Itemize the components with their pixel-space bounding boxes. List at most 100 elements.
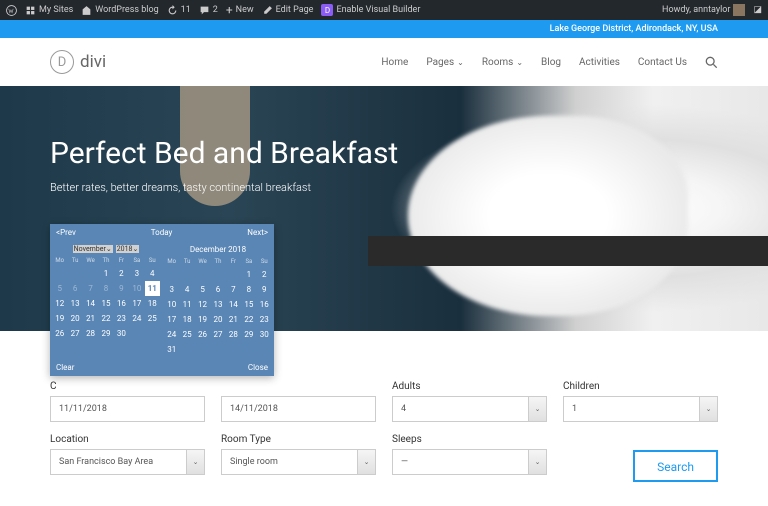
cal-day[interactable]: 4 [145,266,160,281]
my-sites[interactable]: My Sites [25,5,73,16]
cal-day[interactable]: 8 [241,282,256,297]
cal-day[interactable]: 17 [129,296,144,311]
nav-home[interactable]: Home [381,57,408,68]
cal-day[interactable]: 20 [210,312,225,327]
cal-day[interactable]: 15 [98,296,113,311]
cal-day[interactable]: 8 [98,281,113,296]
cal-day[interactable]: 21 [83,311,98,326]
cal-day[interactable]: 1 [241,267,256,282]
nav-blog[interactable]: Blog [541,57,561,68]
new-content[interactable]: +New [226,3,254,17]
cal-day[interactable]: 7 [226,282,241,297]
cal-day[interactable]: 2 [114,266,129,281]
cal-day[interactable]: 31 [164,342,179,357]
cal-day[interactable]: 11 [145,281,160,296]
checkin-input[interactable] [50,396,205,422]
chevron-down-icon[interactable]: ⌄ [700,396,718,422]
roomtype-select[interactable] [221,449,358,475]
date-picker[interactable]: <Prev Today Next> November ⌄ 2018 ⌄ MoTu… [50,224,274,376]
cal-day[interactable]: 5 [195,282,210,297]
cal-day[interactable]: 23 [257,312,272,327]
cal-day[interactable]: 19 [195,312,210,327]
cal-day[interactable]: 29 [98,326,113,341]
cal-day[interactable]: 24 [164,327,179,342]
chevron-down-icon[interactable]: ⌄ [529,396,547,422]
cal-day[interactable]: 22 [241,312,256,327]
nav-contact[interactable]: Contact Us [638,57,687,68]
user-greeting[interactable]: Howdy, anntaylor [662,4,745,16]
cal-day[interactable]: 28 [226,327,241,342]
cal-day[interactable]: 1 [98,266,113,281]
cal-day[interactable]: 30 [114,326,129,341]
children-select[interactable] [563,396,700,422]
visual-builder[interactable]: DEnable Visual Builder [321,4,420,16]
site-name[interactable]: WordPress blog [81,5,158,16]
location-select[interactable] [50,449,187,475]
cal-close[interactable]: Close [248,363,268,372]
search-icon[interactable] [705,56,718,69]
cal-day[interactable]: 15 [241,297,256,312]
cal-day[interactable]: 7 [83,281,98,296]
search-button[interactable]: Search [633,450,718,482]
nav-pages[interactable]: Pages⌄ [426,57,463,68]
year-select[interactable]: 2018 ⌄ [116,245,140,253]
cal-day[interactable]: 11 [179,297,194,312]
cal-day[interactable]: 18 [179,312,194,327]
cal-day[interactable]: 9 [257,282,272,297]
help-icon[interactable]: ◪ [753,5,762,15]
cal-day[interactable]: 23 [114,311,129,326]
cal-day[interactable]: 27 [210,327,225,342]
cal-day[interactable]: 25 [179,327,194,342]
cal-day[interactable]: 19 [52,311,67,326]
cal-day[interactable]: 24 [129,311,144,326]
cal-day[interactable]: 6 [67,281,82,296]
cal-day[interactable]: 25 [145,311,160,326]
cal-day[interactable]: 21 [226,312,241,327]
chevron-down-icon[interactable]: ⌄ [187,449,205,475]
cal-day[interactable]: 14 [83,296,98,311]
cal-day[interactable]: 27 [67,326,82,341]
cal-day[interactable]: 13 [210,297,225,312]
cal-day[interactable]: 2 [257,267,272,282]
comments[interactable]: 2 [199,5,218,16]
cal-day[interactable]: 29 [241,327,256,342]
cal-today[interactable]: Today [151,228,173,237]
sleeps-select[interactable] [392,449,529,475]
edit-page[interactable]: Edit Page [262,5,314,16]
cal-day[interactable]: 5 [52,281,67,296]
cal-day[interactable]: 16 [114,296,129,311]
cal-day[interactable]: 3 [164,282,179,297]
cal-day[interactable]: 28 [83,326,98,341]
cal-day[interactable]: 3 [129,266,144,281]
cal-day[interactable]: 22 [98,311,113,326]
cal-day[interactable]: 12 [195,297,210,312]
cal-day[interactable]: 30 [257,327,272,342]
cal-day[interactable]: 10 [129,281,144,296]
cal-day[interactable]: 20 [67,311,82,326]
cal-day[interactable]: 26 [195,327,210,342]
chevron-down-icon[interactable]: ⌄ [358,449,376,475]
adults-select[interactable] [392,396,529,422]
checkout-input[interactable] [221,396,376,422]
cal-day[interactable]: 18 [145,296,160,311]
cal-clear[interactable]: Clear [56,363,74,372]
cal-day[interactable]: 10 [164,297,179,312]
nav-activities[interactable]: Activities [579,57,620,68]
chevron-down-icon[interactable]: ⌄ [529,449,547,475]
cal-day[interactable]: 26 [52,326,67,341]
cal-day[interactable]: 16 [257,297,272,312]
updates[interactable]: 11 [167,5,191,16]
cal-prev[interactable]: <Prev [56,228,76,237]
cal-day[interactable]: 13 [67,296,82,311]
cal-day[interactable]: 6 [210,282,225,297]
logo[interactable]: D divi [50,50,106,74]
nav-rooms[interactable]: Rooms⌄ [482,57,523,68]
month-select[interactable]: November ⌄ [73,245,113,253]
cal-day[interactable]: 4 [179,282,194,297]
wp-logo[interactable] [6,5,17,16]
cal-day[interactable]: 12 [52,296,67,311]
cal-day[interactable]: 9 [114,281,129,296]
cal-day[interactable]: 14 [226,297,241,312]
cal-day[interactable]: 17 [164,312,179,327]
cal-next[interactable]: Next> [247,228,268,237]
